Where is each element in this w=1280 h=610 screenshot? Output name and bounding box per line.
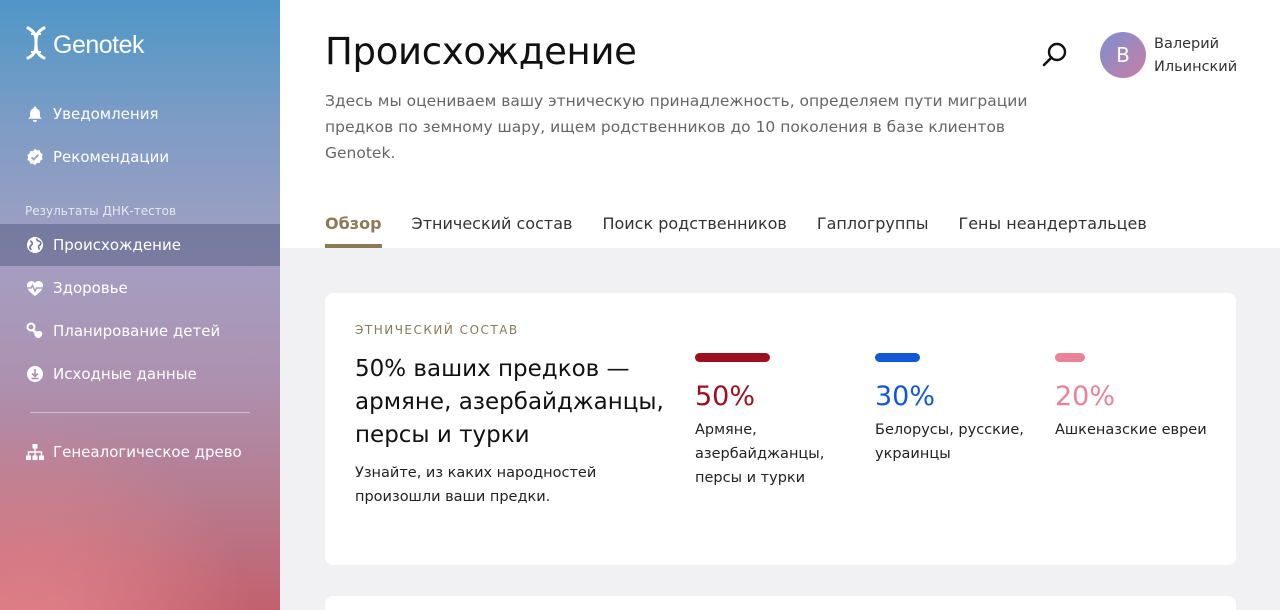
bell-icon	[25, 104, 45, 124]
user-last-name: Ильинский	[1154, 59, 1238, 75]
ethnicity-percent: 30%	[875, 381, 936, 412]
ethnicity-percent: 20%	[1055, 381, 1116, 412]
card-headline: 50% ваших предков — армяне, азербайджанц…	[355, 356, 664, 448]
family-tree-icon	[25, 442, 45, 462]
sidebar-item-recommendations[interactable]: Рекомендации	[0, 136, 280, 178]
logo[interactable]: Genotek	[25, 26, 145, 64]
sidebar-divider	[30, 412, 250, 413]
tab-overview[interactable]: Обзор	[325, 214, 382, 248]
sidebar-item-label: Генеалогическое древо	[53, 443, 242, 461]
next-card	[325, 596, 1236, 610]
search-button[interactable]	[1040, 40, 1070, 70]
page-title: Происхождение	[325, 30, 637, 73]
tab-haplogroups[interactable]: Гаплогруппы	[817, 214, 929, 248]
sidebar-section-title: Результаты ДНК-тестов	[25, 204, 177, 218]
ethnicity-label: Ашкеназские евреи	[1055, 422, 1207, 438]
ethnicity-bar	[875, 353, 920, 362]
badge-check-icon	[25, 147, 45, 167]
sidebar-item-family-planning[interactable]: Планирование детей	[0, 310, 280, 352]
dna-logo-icon	[25, 26, 47, 64]
sidebar-item-family-tree[interactable]: Генеалогическое древо	[0, 431, 280, 473]
ethnicity-label: Армяне, азербайджанцы, персы и турки	[695, 422, 825, 486]
sidebar-item-raw-data[interactable]: Исходные данные	[0, 353, 280, 395]
ethnicity-bar	[1055, 353, 1085, 362]
sidebar-item-label: Исходные данные	[53, 365, 197, 383]
sidebar-item-label: Происхождение	[53, 236, 181, 254]
sidebar-item-health[interactable]: Здоровье	[0, 267, 280, 309]
user-name[interactable]: Валерий Ильинский	[1154, 33, 1264, 79]
sidebar-item-label: Планирование детей	[53, 322, 221, 340]
card-subtext: Узнайте, из каких народностей произошли …	[355, 465, 597, 505]
user-first-name: Валерий	[1154, 36, 1220, 52]
ethnicity-item: 30% Белорусы, русские, украинцы	[875, 353, 1035, 466]
heart-pulse-icon	[25, 278, 45, 298]
tabs: Обзор Этнический состав Поиск родственни…	[325, 214, 1147, 248]
globe-icon	[25, 235, 45, 255]
ethnicity-card[interactable]: ЭТНИЧЕСКИЙ СОСТАВ 50% ваших предков — ар…	[325, 293, 1236, 565]
sidebar-item-notifications[interactable]: Уведомления	[0, 93, 280, 135]
ethnicity-bar	[695, 353, 770, 362]
page-header: Происхождение Здесь мы оцениваем вашу эт…	[280, 0, 1280, 248]
pacifier-icon	[25, 321, 45, 341]
search-icon	[1040, 42, 1070, 74]
ethnicity-item: 50% Армяне, азербайджанцы, персы и турки	[695, 353, 855, 490]
sidebar: Genotek Уведомления Рекомендации Результ…	[0, 0, 280, 610]
sidebar-item-label: Уведомления	[53, 105, 159, 123]
logo-text: Genotek	[53, 30, 145, 59]
tab-ethnic-composition[interactable]: Этнический состав	[412, 214, 573, 248]
ethnicity-label: Белорусы, русские, украинцы	[875, 422, 1024, 462]
avatar[interactable]: В	[1100, 32, 1146, 78]
ethnicity-item: 20% Ашкеназские евреи	[1055, 353, 1215, 442]
card-kicker: ЭТНИЧЕСКИЙ СОСТАВ	[355, 323, 519, 337]
page-description: Здесь мы оцениваем вашу этническую прина…	[325, 92, 1028, 162]
tab-neanderthal-genes[interactable]: Гены неандертальцев	[958, 214, 1146, 248]
tab-relatives-search[interactable]: Поиск родственников	[602, 214, 786, 248]
ethnicity-percent: 50%	[695, 381, 756, 412]
download-icon	[25, 364, 45, 384]
sidebar-item-origin[interactable]: Происхождение	[0, 224, 280, 266]
sidebar-item-label: Здоровье	[53, 279, 128, 297]
sidebar-item-label: Рекомендации	[53, 148, 170, 166]
